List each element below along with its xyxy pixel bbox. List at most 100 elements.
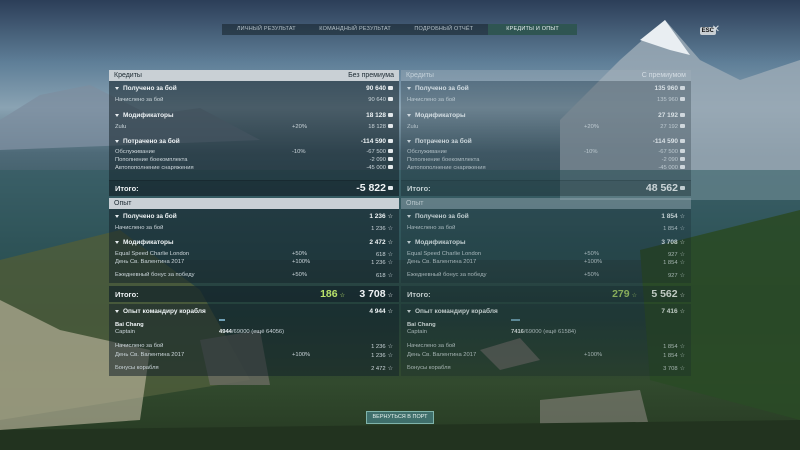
credits-icon: [388, 113, 393, 118]
modifiers-row[interactable]: Модификаторы 18 128: [109, 111, 399, 120]
credits-icon: [388, 149, 393, 154]
return-to-port-button[interactable]: ВЕРНУТЬСЯ В ПОРТ: [366, 411, 434, 424]
valentine-row: День Св. Валентина 2017 +100% 1 236 ☆: [115, 259, 393, 266]
xp-modifiers-row[interactable]: Модификаторы 2 472 ☆: [109, 238, 399, 247]
xp-star-icon: ☆: [679, 353, 685, 359]
credits-icon: [680, 157, 685, 162]
xp-star-icon: ☆: [679, 226, 685, 232]
credits-icon: [680, 186, 685, 191]
tab-detailed-report[interactable]: ПОДРОБНЫЙ ОТЧЁТ: [400, 24, 489, 35]
credits-icon: [680, 165, 685, 170]
xp-star-icon: ☆: [387, 240, 393, 246]
tab-personal-result[interactable]: ЛИЧНЫЙ РЕЗУЛЬТАТ: [222, 24, 311, 35]
credits-icon: [680, 113, 685, 118]
credits-header: Кредиты С премиумом: [401, 70, 691, 81]
earned-row: Начислено за бой 135 960: [401, 96, 691, 105]
xp-star-icon: ☆: [387, 344, 393, 350]
panel-without-premium: Кредиты Без премиума Получено за бой 90 6…: [109, 70, 399, 380]
xp-star-icon: ☆: [387, 309, 393, 315]
xp-star-icon: ☆: [679, 214, 685, 220]
credits-icon: [388, 124, 393, 129]
xp-star-icon: ☆: [387, 353, 393, 359]
credits-header-value: Без премиума: [348, 72, 394, 79]
credits-header-value: С премиумом: [641, 72, 686, 79]
xp-earned-row: Начислено за бой 1 854 ☆: [407, 225, 685, 232]
commander-valentine-row: День Св. Валентина 2017 +100% 1 854 ☆: [407, 352, 685, 359]
credits-header: Кредиты Без премиума: [109, 70, 399, 81]
credits-icon: [388, 186, 393, 191]
valentine-row: День Св. Валентина 2017 +100% 1 854 ☆: [407, 259, 685, 266]
xp-star-icon: ☆: [387, 214, 393, 220]
chevron-down-icon: [115, 139, 119, 143]
zulu-row: Zulu +20% 27 192: [401, 123, 691, 132]
xp-star-icon: ☆: [679, 366, 685, 372]
xp-received-row[interactable]: Получено за бой 1 236 ☆: [109, 212, 399, 221]
xp-star-icon: ☆: [679, 293, 685, 299]
credits-icon: [388, 139, 393, 144]
chevron-down-icon: [407, 309, 411, 313]
tab-team-result[interactable]: КОМАНДНЫЙ РЕЗУЛЬТАТ: [311, 24, 400, 35]
credits-icon: [680, 149, 685, 154]
spent-row[interactable]: Потрачено за бой -114 590: [109, 137, 399, 146]
xp-star-icon: ☆: [387, 226, 393, 232]
credits-total: Итого: 48 562: [401, 180, 691, 196]
earned-row: Начислено за бой 90 640: [109, 96, 399, 105]
received-row[interactable]: Получено за бой 90 640: [109, 84, 399, 93]
modifiers-row[interactable]: Модификаторы 27 192: [401, 111, 691, 120]
close-icon[interactable]: ✕: [712, 24, 720, 35]
zulu-row: Zulu +20% 18 128: [109, 123, 399, 132]
commander-earned-row: Начислено за бой 1 236 ☆: [115, 343, 393, 350]
commander-valentine-row: День Св. Валентина 2017 +100% 1 236 ☆: [115, 352, 393, 359]
xp-star-icon: ☆: [679, 309, 685, 315]
credits-icon: [388, 165, 393, 170]
xp-star-icon: ☆: [679, 273, 685, 279]
commander-rank-row: Captain 4944/69000 (ещё 64056): [115, 329, 285, 335]
spent-row[interactable]: Потрачено за бой -114 590: [401, 137, 691, 146]
xp-earned-row: Начислено за бой 1 236 ☆: [115, 225, 393, 232]
free-xp-star-icon: ☆: [631, 293, 637, 299]
chevron-down-icon: [115, 214, 119, 218]
credits-icon: [680, 139, 685, 144]
credits-icon: [680, 97, 685, 102]
credits-header-label: Кредиты: [114, 72, 142, 79]
commander-xp-row[interactable]: Опыт командиру корабля 4 944 ☆: [109, 307, 399, 316]
xp-star-icon: ☆: [387, 366, 393, 372]
xp-total: Итого: 279 ☆ 5 562 ☆: [401, 286, 691, 302]
xp-header: Опыт: [109, 198, 399, 209]
xp-star-icon: ☆: [679, 344, 685, 350]
results-tabs: ЛИЧНЫЙ РЕЗУЛЬТАТ КОМАНДНЫЙ РЕЗУЛЬТАТ ПОД…: [222, 24, 577, 35]
ship-bonus-row: Бонусы корабля 3 708 ☆: [407, 365, 685, 372]
ship-bonus-row: Бонусы корабля 2 472 ☆: [115, 365, 393, 372]
auto-supply-row: Автопополнение снаряжения -45 000: [401, 164, 691, 173]
xp-star-icon: ☆: [387, 260, 393, 266]
credits-icon: [388, 97, 393, 102]
tab-credits-and-xp[interactable]: КРЕДИТЫ И ОПЫТ: [488, 24, 577, 35]
chevron-down-icon: [115, 309, 119, 313]
free-xp-star-icon: ☆: [339, 293, 345, 299]
credits-icon: [680, 86, 685, 91]
credits-icon: [680, 124, 685, 129]
commander-earned-row: Начислено за бой 1 854 ☆: [407, 343, 685, 350]
credits-total: Итого: -5 822: [109, 180, 399, 196]
chevron-down-icon: [115, 240, 119, 244]
chevron-down-icon: [407, 113, 411, 117]
daily-bonus-row: Ежедневный бонус за победу +50% 618 ☆: [115, 272, 393, 279]
chevron-down-icon: [407, 214, 411, 218]
xp-star-icon: ☆: [387, 293, 393, 299]
commander-xp-row[interactable]: Опыт командиру корабля 7 416 ☆: [401, 307, 691, 316]
received-row[interactable]: Получено за бой 135 960: [401, 84, 691, 93]
xp-star-icon: ☆: [387, 273, 393, 279]
chevron-down-icon: [407, 139, 411, 143]
panel-with-premium: Кредиты С премиумом Получено за бой 135 9…: [401, 70, 691, 380]
xp-received-row[interactable]: Получено за бой 1 854 ☆: [401, 212, 691, 221]
chevron-down-icon: [115, 113, 119, 117]
credits-icon: [388, 86, 393, 91]
credits-header-label: Кредиты: [406, 72, 434, 79]
xp-star-icon: ☆: [679, 240, 685, 246]
chevron-down-icon: [407, 240, 411, 244]
chevron-down-icon: [407, 86, 411, 90]
commander-rank-row: Captain 7416/69000 (ещё 61584): [407, 329, 577, 335]
xp-star-icon: ☆: [679, 260, 685, 266]
credits-icon: [388, 157, 393, 162]
xp-modifiers-row[interactable]: Модификаторы 3 708 ☆: [401, 238, 691, 247]
